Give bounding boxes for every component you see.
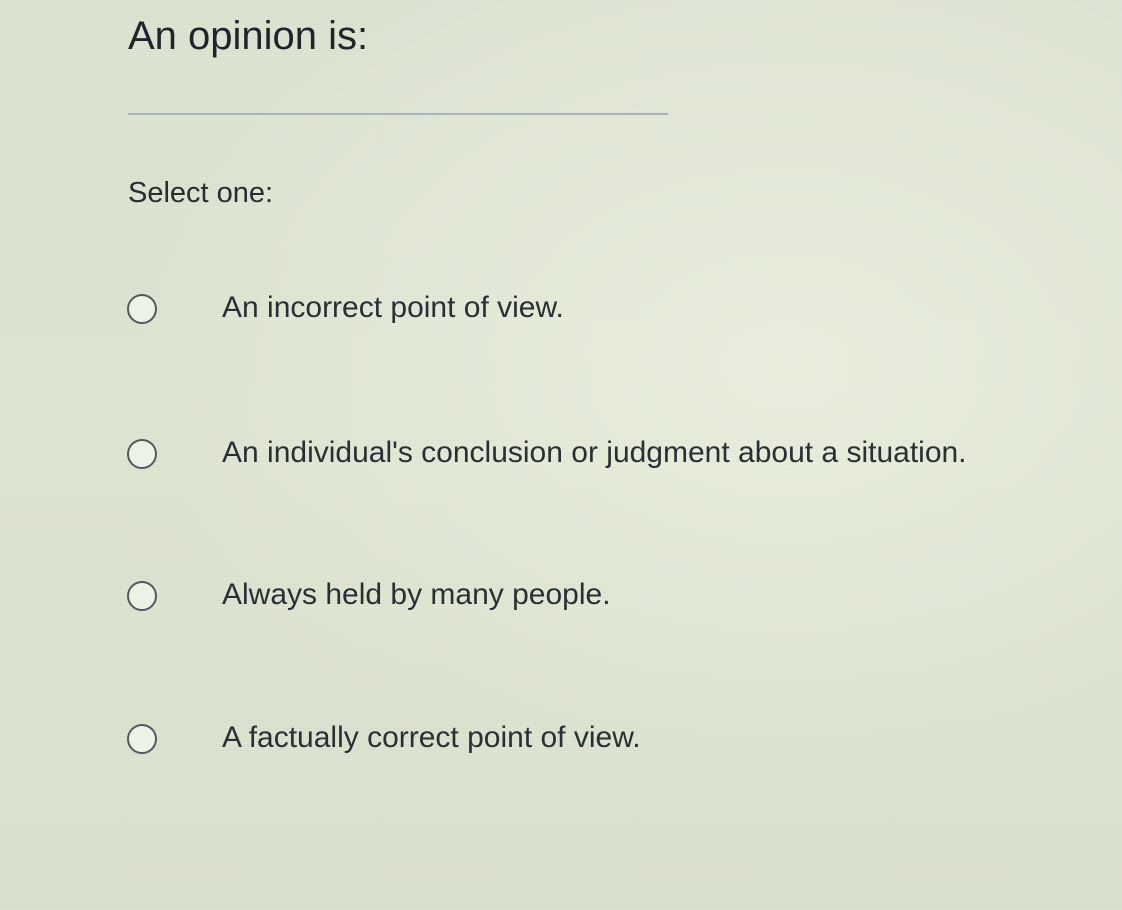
radio-button[interactable] [127, 439, 157, 469]
answer-option-label: An incorrect point of view. [222, 291, 564, 324]
answer-option-label: A factually correct point of view. [222, 721, 641, 754]
answer-option-1[interactable]: An incorrect point of view. [120, 282, 1060, 342]
question-title: An opinion is: [128, 14, 369, 58]
answer-option-3[interactable]: Always held by many people. [120, 569, 1060, 629]
answer-option-4[interactable]: A factually correct point of view. [120, 712, 1060, 772]
answer-option-label: An individual's conclusion or judgment a… [222, 436, 967, 469]
answer-blank [128, 113, 668, 115]
answer-option-2[interactable]: An individual's conclusion or judgment a… [120, 427, 1060, 487]
radio-button[interactable] [127, 724, 157, 754]
radio-button[interactable] [127, 581, 157, 611]
select-prompt: Select one: [128, 177, 274, 209]
radio-button[interactable] [127, 294, 157, 324]
answer-option-label: Always held by many people. [222, 578, 611, 611]
